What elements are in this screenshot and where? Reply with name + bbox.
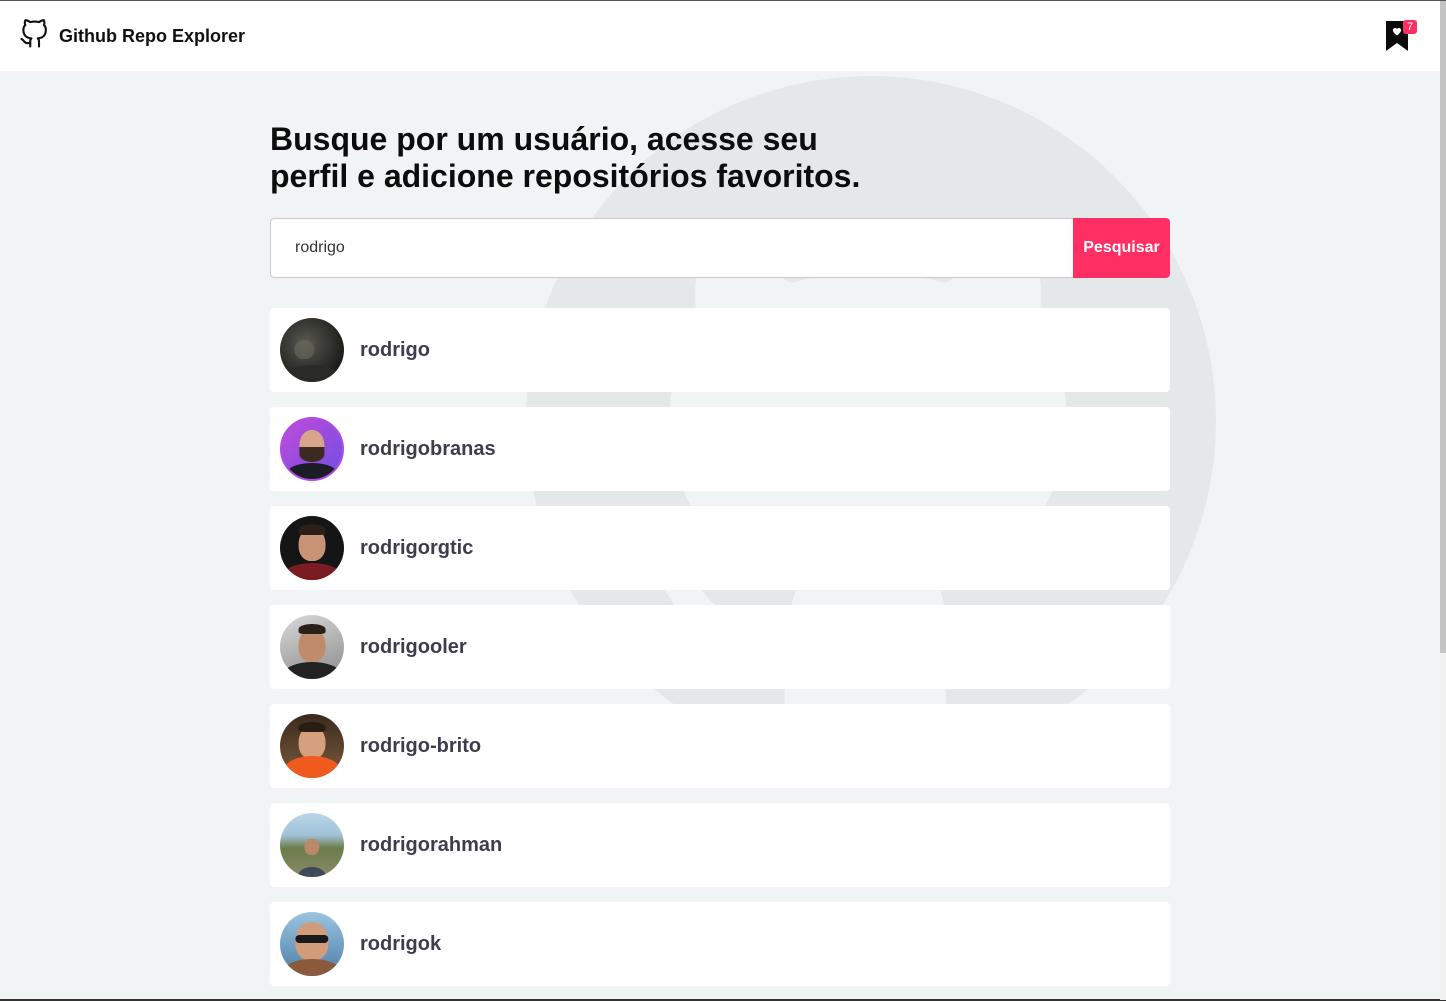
user-login: rodrigo [360, 338, 430, 361]
avatar [280, 417, 344, 481]
main-content: Busque por um usuário, acesse seu perfil… [270, 121, 1170, 1001]
user-login: rodrigorgtic [360, 536, 474, 559]
avatar [280, 516, 344, 580]
top-bar: Github Repo Explorer 7 [0, 1, 1440, 71]
app-title: Github Repo Explorer [59, 25, 246, 46]
favorites-count-badge: 7 [1403, 20, 1417, 34]
avatar [280, 714, 344, 778]
headline-line-2: perfil e adicione repositórios favoritos… [270, 158, 861, 194]
user-login: rodrigok [360, 932, 442, 955]
user-login: rodrigorahman [360, 833, 503, 856]
user-card[interactable]: rodrigooler [270, 605, 1170, 689]
user-login: rodrigobranas [360, 437, 496, 460]
avatar [280, 318, 344, 382]
page-scrollbar[interactable] [1440, 1, 1446, 1000]
headline-line-1: Busque por um usuário, acesse seu [270, 121, 818, 157]
brand[interactable]: Github Repo Explorer [19, 18, 246, 54]
user-results-list: rodrigo rodrigobranas rodrigorgtic rodri… [270, 308, 1170, 986]
avatar [280, 912, 344, 976]
user-card[interactable]: rodrigorgtic [270, 506, 1170, 590]
user-login: rodrigooler [360, 635, 467, 658]
search-button[interactable]: Pesquisar [1073, 218, 1170, 278]
avatar [280, 615, 344, 679]
search-form: Pesquisar [270, 218, 1170, 278]
github-icon [19, 18, 49, 54]
user-card[interactable]: rodrigobranas [270, 407, 1170, 491]
user-card[interactable]: rodrigo-brito [270, 704, 1170, 788]
page-title: Busque por um usuário, acesse seu perfil… [270, 121, 890, 195]
avatar [280, 813, 344, 877]
scrollbar-thumb[interactable] [1440, 1, 1446, 653]
user-login: rodrigo-brito [360, 734, 482, 757]
search-input[interactable] [270, 218, 1073, 278]
user-card[interactable]: rodrigo [270, 308, 1170, 392]
favorites-button[interactable]: 7 [1384, 18, 1417, 52]
user-card[interactable]: rodrigorahman [270, 803, 1170, 887]
user-card[interactable]: rodrigok [270, 902, 1170, 986]
